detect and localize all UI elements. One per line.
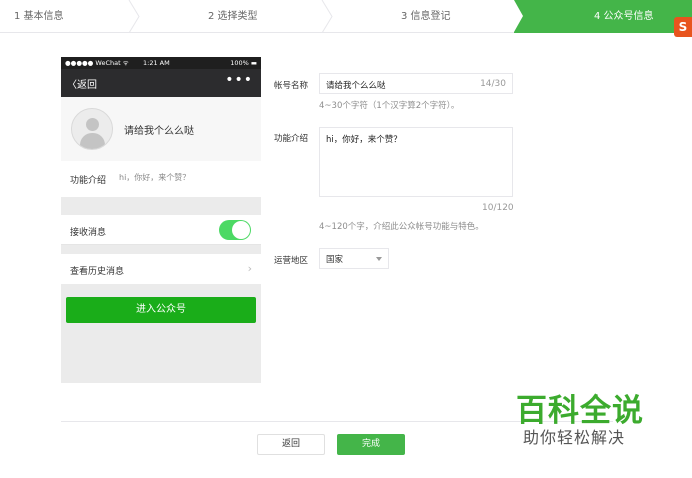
back-link: 〈返回: [67, 80, 97, 91]
carrier-label: ●●●●● WeChat ᯤ: [65, 59, 129, 67]
battery-indicator: 100% ▬: [230, 59, 257, 67]
profile-header: 请给我个么么哒: [61, 97, 261, 161]
intro-textarea-value: hi，你好，来个赞？: [326, 135, 402, 145]
intro-hint: 4~120个字，介绍此公众帐号功能与特色。: [319, 222, 484, 232]
phone-preview: ●●●●● WeChat ᯤ 1:21 AM 100% ▬ 〈返回 ••• 请给…: [61, 57, 261, 383]
enter-account-button: 进入公众号: [66, 297, 256, 323]
watermark-logo: S: [674, 17, 692, 37]
history-label: 查看历史消息: [70, 267, 125, 277]
step-separator-icon: [128, 0, 140, 33]
intro-char-count: 10/120: [482, 203, 514, 213]
name-hint: 4~30个字符（1个汉字算2个字符）。: [319, 101, 460, 111]
back-button[interactable]: 返回: [257, 434, 325, 455]
history-row: 查看历史消息 ›: [61, 254, 261, 284]
done-button[interactable]: 完成: [337, 434, 405, 455]
more-icon: •••: [225, 72, 253, 88]
page: 1 基本信息 2 选择类型 3 信息登记 4 公众号信息 S ●●●●● WeC…: [0, 0, 692, 478]
step-4-label: 4 公众号信息: [594, 11, 654, 22]
chevron-right-icon: ›: [247, 262, 252, 275]
region-select[interactable]: 国家: [319, 248, 389, 269]
region-label: 运营地区: [274, 256, 309, 266]
step-1: 1 基本信息: [14, 11, 64, 22]
intro-value: hi，你好，来个赞？: [119, 173, 191, 182]
step-3: 3 信息登记: [401, 11, 451, 22]
intro-row: 功能介绍 hi，你好，来个赞？: [61, 161, 261, 197]
status-time: 1:21 AM: [143, 59, 170, 67]
receive-messages-toggle: [219, 220, 251, 240]
step-2: 2 选择类型: [208, 11, 258, 22]
name-char-count: 14/30: [480, 79, 506, 89]
nav-bar: 〈返回 •••: [61, 69, 261, 97]
receive-messages-label: 接收消息: [70, 228, 107, 238]
account-name: 请给我个么么哒: [124, 126, 194, 137]
step-progress-bar: 1 基本信息 2 选择类型 3 信息登记 4 公众号信息 S: [0, 0, 692, 37]
watermark-subtitle: 助你轻松解决: [523, 428, 626, 447]
name-label: 帐号名称: [274, 81, 309, 91]
step-separator-icon: [321, 0, 333, 33]
avatar-icon: [71, 108, 113, 150]
region-select-value: 国家: [326, 255, 344, 265]
receive-messages-row: 接收消息: [61, 215, 261, 245]
name-input-value: 请给我个么么哒: [326, 81, 386, 91]
name-input[interactable]: 请给我个么么哒 14/30: [319, 73, 513, 94]
chevron-down-icon: [376, 257, 382, 261]
step-4-active: 4 公众号信息: [514, 0, 692, 33]
intro-form-label: 功能介绍: [274, 134, 309, 144]
intro-textarea[interactable]: hi，你好，来个赞？: [319, 127, 513, 197]
intro-label: 功能介绍: [70, 176, 107, 186]
status-bar: ●●●●● WeChat ᯤ 1:21 AM 100% ▬: [61, 57, 261, 69]
